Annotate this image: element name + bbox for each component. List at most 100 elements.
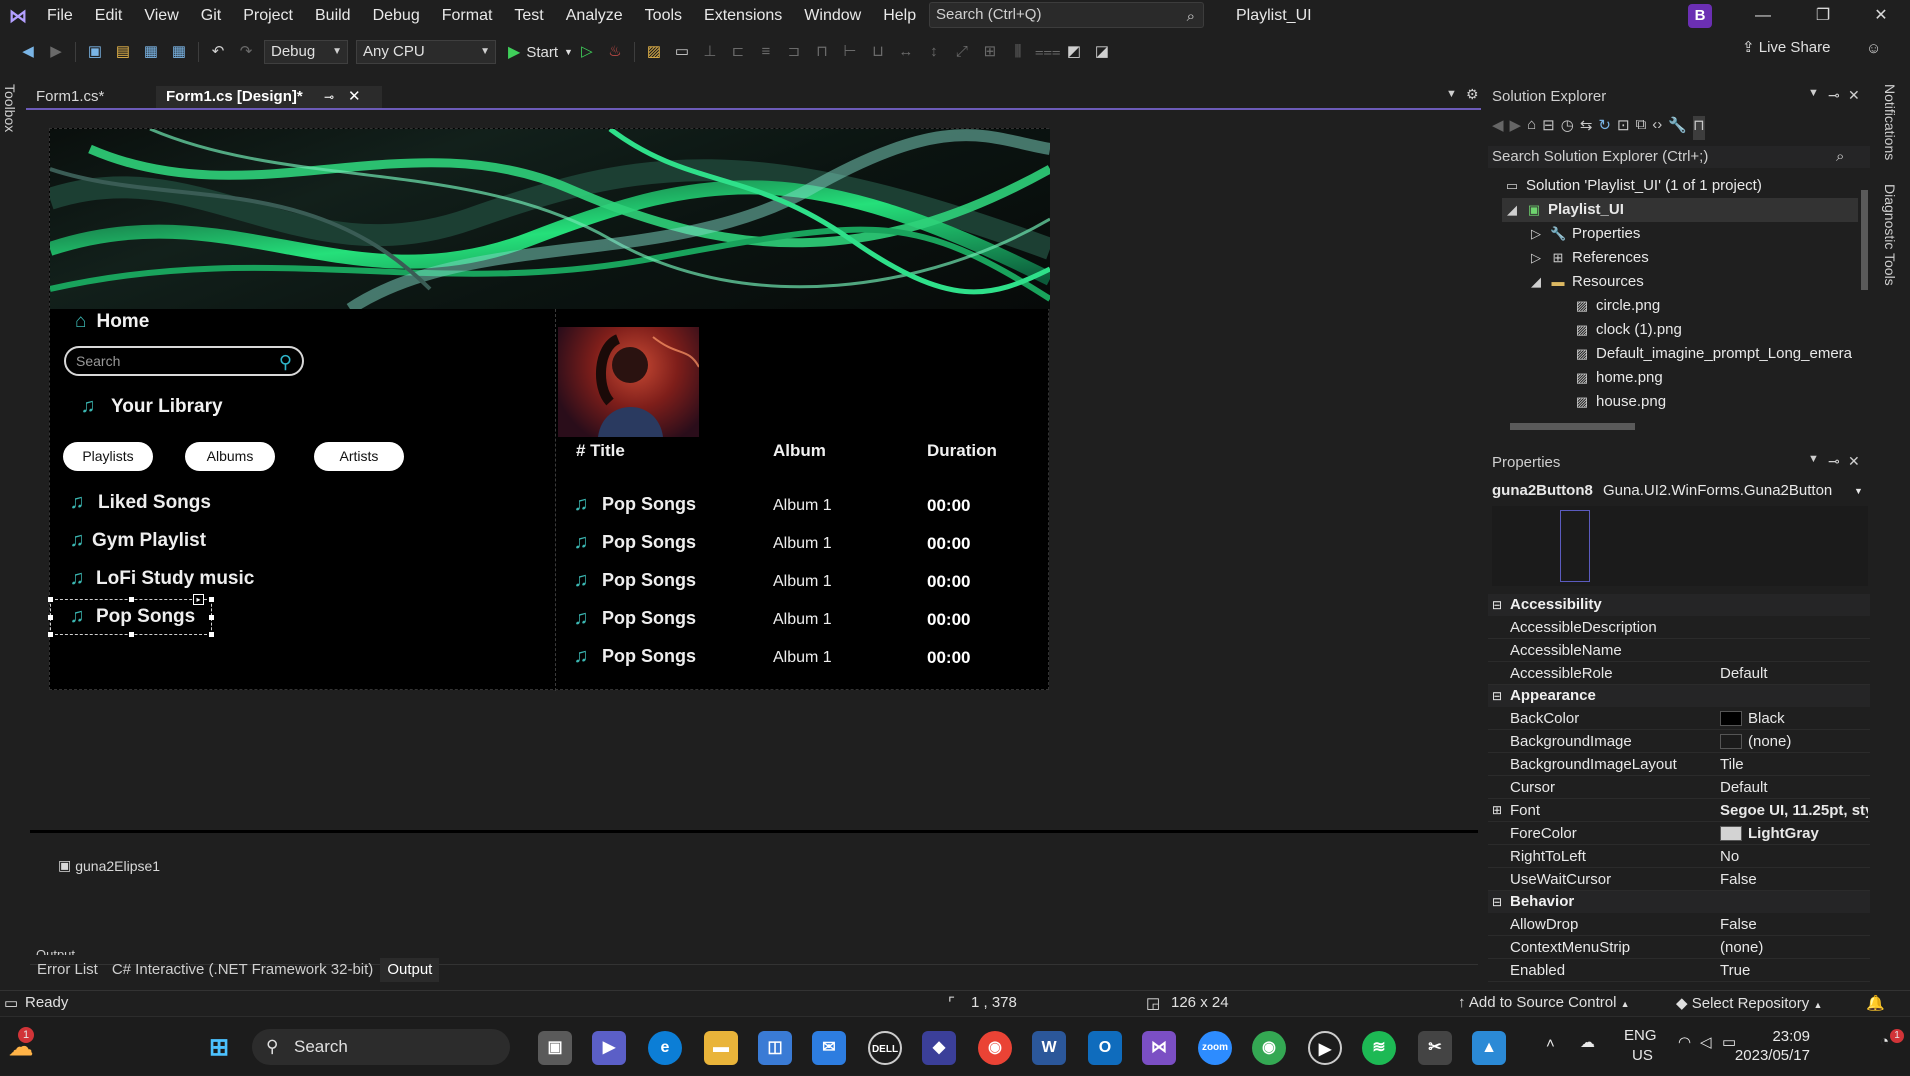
prop-value[interactable]: (none) (1720, 936, 1868, 959)
prop-value[interactable]: Segoe UI, 11.25pt, sty (1720, 799, 1868, 822)
tab-output[interactable]: Output (380, 958, 440, 982)
menu-git[interactable]: Git (190, 0, 232, 32)
spotify-icon[interactable]: ≋ (1362, 1031, 1396, 1065)
chevron-up-icon[interactable]: ˄ (1546, 1035, 1555, 1052)
preview-icon[interactable]: ⊓ (1692, 116, 1705, 140)
volume-icon[interactable]: ◁ (1700, 1033, 1712, 1051)
prop-row-right-to-left[interactable]: RightToLeft No (1488, 845, 1870, 868)
resize-handle[interactable] (48, 632, 53, 637)
menu-build[interactable]: Build (304, 0, 362, 32)
prop-value[interactable]: False (1720, 913, 1868, 936)
save-all-icon[interactable]: ▦ (168, 41, 190, 63)
feedback-icon[interactable]: ☺ (1866, 40, 1881, 57)
app-search-input[interactable]: Search ⚲ (64, 346, 304, 376)
same-height-icon[interactable]: ↕ (923, 41, 945, 63)
resize-handle[interactable] (209, 597, 214, 602)
solution-explorer-search-input[interactable]: Search Solution Explorer (Ctrl+;) ⌕ (1488, 146, 1870, 168)
menu-format[interactable]: Format (431, 0, 504, 32)
prop-row-font[interactable]: ⊞ Font Segoe UI, 11.25pt, sty (1488, 799, 1870, 822)
menu-project[interactable]: Project (232, 0, 304, 32)
pending-changes-icon[interactable]: ◷ (1561, 116, 1574, 140)
prop-value[interactable]: False (1720, 868, 1868, 891)
tree-node-file[interactable]: ▨ Default_imagine_prompt_Long_emera (1574, 342, 1858, 366)
chrome-profile-icon[interactable]: ◉ (1252, 1031, 1286, 1065)
close-icon[interactable]: ✕ (1848, 453, 1860, 470)
platform-dropdown[interactable]: Any CPU ▼ (356, 40, 496, 64)
horizontal-scrollbar[interactable] (1498, 420, 1858, 432)
chevron-down-icon[interactable]: ▼ (1808, 453, 1819, 465)
collapse-all-icon[interactable]: ⊡ (1617, 116, 1630, 140)
task-view-icon[interactable]: ▣ (538, 1031, 572, 1065)
prop-value[interactable]: No (1720, 845, 1868, 868)
tree-node-references[interactable]: ▷ ⊞ References (1528, 246, 1649, 270)
menu-edit[interactable]: Edit (84, 0, 134, 32)
start-without-debugging-icon[interactable]: ▷ (576, 41, 598, 63)
zoom-icon[interactable]: zoom (1198, 1031, 1232, 1065)
prop-row-use-wait-cursor[interactable]: UseWaitCursor False (1488, 868, 1870, 891)
store-icon[interactable]: ◫ (758, 1031, 792, 1065)
prop-row-accessible-name[interactable]: AccessibleName (1488, 639, 1870, 662)
component-guna2elipse1[interactable]: ▣ guna2Elipse1 (58, 857, 160, 874)
refresh-icon[interactable]: ↻ (1598, 116, 1611, 140)
your-library-link[interactable]: ♫ Your Library (75, 395, 223, 418)
prop-row-allow-drop[interactable]: AllowDrop False (1488, 913, 1870, 936)
toolbox-tab[interactable]: Toolbox (0, 80, 22, 180)
security-icon[interactable]: ◆ (922, 1031, 956, 1065)
back-icon[interactable]: ◀ (17, 41, 39, 63)
expand-icon[interactable]: ⊞ (1492, 799, 1502, 822)
prop-value[interactable]: (none) (1720, 730, 1868, 753)
file-explorer-icon[interactable]: ▬ (704, 1031, 738, 1065)
align-top-icon[interactable]: ⊓ (811, 41, 833, 63)
minimize-icon[interactable]: — (1740, 0, 1786, 32)
home-link[interactable]: ⌂ Home (75, 311, 149, 333)
song-row[interactable]: ♫ Pop Songs Album 1 00:00 (568, 645, 1048, 675)
grid-size-icon[interactable]: ⊞ (979, 41, 1001, 63)
restore-icon[interactable]: ❐ (1800, 0, 1846, 32)
tree-node-solution[interactable]: ▭ Solution 'Playlist_UI' (1 of 1 project… (1504, 174, 1762, 198)
menu-window[interactable]: Window (793, 0, 872, 32)
tree-node-file[interactable]: ▨ house.png (1574, 390, 1666, 414)
align-bottom-icon[interactable]: ⊔ (867, 41, 889, 63)
open-folder-icon[interactable]: ▤ (112, 41, 134, 63)
prop-row-background-image[interactable]: BackgroundImage (none) (1488, 730, 1870, 753)
menu-debug[interactable]: Debug (362, 0, 431, 32)
pin-icon[interactable]: ⊸ (1828, 453, 1840, 470)
bring-front-icon[interactable]: ◩ (1063, 41, 1085, 63)
close-tab-icon[interactable]: ✕ (348, 86, 361, 108)
prop-row-background-image-layout[interactable]: BackgroundImageLayout Tile (1488, 753, 1870, 776)
dell-icon[interactable]: DELL (868, 1031, 902, 1065)
resize-handle[interactable] (209, 632, 214, 637)
filter-artists-button[interactable]: Artists (314, 442, 404, 471)
notification-center-icon[interactable]: ◔ (1880, 1033, 1889, 1050)
menu-extensions[interactable]: Extensions (693, 0, 793, 32)
add-to-source-control-button[interactable]: ↑ Add to Source Control ▲ (1458, 994, 1630, 1011)
prop-row-accessible-description[interactable]: AccessibleDescription (1488, 616, 1870, 639)
tree-node-file[interactable]: ▨ circle.png (1574, 294, 1660, 318)
song-row[interactable]: ♫ Pop Songs Album 1 00:00 (568, 531, 1048, 561)
new-project-icon[interactable]: ▣ (84, 41, 106, 63)
align-grid-icon[interactable]: ⊥ (699, 41, 721, 63)
configuration-dropdown[interactable]: Debug ▼ (264, 40, 348, 64)
forward-icon[interactable]: ▶ (45, 41, 67, 63)
chevron-down-icon[interactable]: ▼ (1808, 87, 1819, 99)
chrome-icon[interactable]: ◉ (978, 1031, 1012, 1065)
menu-analyze[interactable]: Analyze (555, 0, 634, 32)
resize-handle[interactable] (48, 615, 53, 620)
prop-row-context-menu-strip[interactable]: ContextMenuStrip (none) (1488, 936, 1870, 959)
playlist-item[interactable]: ♫ Gym Playlist (64, 529, 207, 552)
mail-icon[interactable]: ✉ (812, 1031, 846, 1065)
prop-value[interactable]: Default (1720, 662, 1868, 685)
prop-value[interactable]: Black (1720, 707, 1868, 730)
diagnostic-tools-tab[interactable]: Diagnostic Tools (1882, 184, 1898, 286)
photos-icon[interactable]: ▲ (1472, 1031, 1506, 1065)
resize-handle[interactable] (129, 597, 134, 602)
align-left-icon[interactable]: ⊏ (727, 41, 749, 63)
wifi-icon[interactable]: ◠ (1678, 1033, 1691, 1051)
close-icon[interactable]: ✕ (1848, 87, 1860, 104)
prop-value[interactable]: LightGray (1720, 822, 1868, 845)
undo-icon[interactable]: ↶ (207, 41, 229, 63)
prop-row-forecolor[interactable]: ForeColor LightGray (1488, 822, 1870, 845)
menu-help[interactable]: Help (872, 0, 927, 32)
smart-tag-icon[interactable]: ▸ (193, 594, 204, 605)
media-player-icon[interactable]: ▶ (1308, 1031, 1342, 1065)
